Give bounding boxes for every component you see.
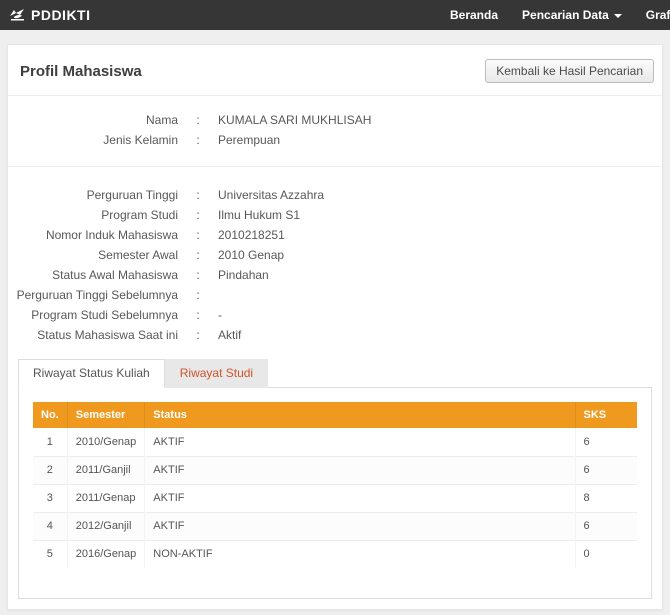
field-value: 2010218251 xyxy=(218,228,662,242)
table-row: 3 2011/Genap AKTIF 8 xyxy=(33,484,637,512)
col-header-no: No. xyxy=(33,402,67,428)
field-row-prodi-sebelumnya: Program Studi Sebelumnya : - xyxy=(8,305,662,325)
main-nav: Beranda Pencarian Data Grafik Statistik xyxy=(450,0,670,30)
cell-sks: 6 xyxy=(575,456,637,484)
field-colon: : xyxy=(178,328,218,342)
field-row-semester-awal: Semester Awal : 2010 Genap xyxy=(8,245,662,265)
cell-status: AKTIF xyxy=(145,484,575,512)
tab-panel-riwayat-status-kuliah: No. Semester Status SKS 1 2010/Genap AKT… xyxy=(18,387,652,599)
table-row: 5 2016/Genap NON-AKTIF 0 xyxy=(33,540,637,568)
content-panel: Profil Mahasiswa Kembali ke Hasil Pencar… xyxy=(7,44,663,610)
cell-sks: 6 xyxy=(575,428,637,456)
top-navbar: PDDIKTI Beranda Pencarian Data Grafik St… xyxy=(0,0,670,30)
nav-item-beranda[interactable]: Beranda xyxy=(450,8,498,22)
table-header-row: No. Semester Status SKS xyxy=(33,402,637,428)
cell-semester: 2010/Genap xyxy=(67,428,145,456)
cell-semester: 2016/Genap xyxy=(67,540,145,568)
tab-riwayat-status-kuliah[interactable]: Riwayat Status Kuliah xyxy=(18,359,165,388)
col-header-sks: SKS xyxy=(575,402,637,428)
field-label: Status Mahasiswa Saat ini xyxy=(8,328,178,342)
col-header-semester: Semester xyxy=(67,402,145,428)
field-value: Ilmu Hukum S1 xyxy=(218,208,662,222)
col-header-status: Status xyxy=(145,402,575,428)
cell-semester: 2012/Ganjil xyxy=(67,512,145,540)
field-row-jenis-kelamin: Jenis Kelamin : Perempuan xyxy=(8,130,662,150)
page-title: Profil Mahasiswa xyxy=(20,63,142,80)
field-label: Semester Awal xyxy=(8,248,178,262)
cell-no: 4 xyxy=(33,512,67,540)
section-basic-info: Nama : KUMALA SARI MUKHLISAH Jenis Kelam… xyxy=(8,96,662,167)
field-colon: : xyxy=(178,308,218,322)
field-colon: : xyxy=(178,228,218,242)
tab-riwayat-studi[interactable]: Riwayat Studi xyxy=(165,359,268,388)
cell-status: AKTIF xyxy=(145,512,575,540)
table-row: 1 2010/Genap AKTIF 6 xyxy=(33,428,637,456)
cell-no: 3 xyxy=(33,484,67,512)
cell-no: 1 xyxy=(33,428,67,456)
pddikti-logo-icon xyxy=(9,8,26,22)
field-row-status-awal: Status Awal Mahasiswa : Pindahan xyxy=(8,265,662,285)
cell-sks: 8 xyxy=(575,484,637,512)
cell-no: 5 xyxy=(33,540,67,568)
field-value: Universitas Azzahra xyxy=(218,188,662,202)
field-colon: : xyxy=(178,288,218,302)
cell-status: AKTIF xyxy=(145,428,575,456)
field-label: Status Awal Mahasiswa xyxy=(8,268,178,282)
nav-item-grafik-statistik[interactable]: Grafik Statistik xyxy=(646,8,670,22)
history-tabs: Riwayat Status Kuliah Riwayat Studi xyxy=(18,359,652,387)
back-to-results-button[interactable]: Kembali ke Hasil Pencarian xyxy=(485,59,654,83)
field-colon: : xyxy=(178,208,218,222)
field-label: Perguruan Tinggi Sebelumnya xyxy=(8,288,178,302)
cell-status: NON-AKTIF xyxy=(145,540,575,568)
cell-sks: 0 xyxy=(575,540,637,568)
field-row-perguruan-tinggi: Perguruan Tinggi : Universitas Azzahra xyxy=(8,185,662,205)
field-value: KUMALA SARI MUKHLISAH xyxy=(218,113,662,127)
field-label: Program Studi Sebelumnya xyxy=(8,308,178,322)
brand-link[interactable]: PDDIKTI xyxy=(9,7,91,23)
status-kuliah-table: No. Semester Status SKS 1 2010/Genap AKT… xyxy=(33,402,637,568)
panel-header: Profil Mahasiswa Kembali ke Hasil Pencar… xyxy=(8,45,662,96)
field-value: Aktif xyxy=(218,328,662,342)
nav-item-pencarian-data[interactable]: Pencarian Data xyxy=(522,8,622,22)
field-colon: : xyxy=(178,113,218,127)
section-academic-info: Perguruan Tinggi : Universitas Azzahra P… xyxy=(8,167,662,345)
field-row-nama: Nama : KUMALA SARI MUKHLISAH xyxy=(8,110,662,130)
field-label: Program Studi xyxy=(8,208,178,222)
field-value: - xyxy=(218,308,662,322)
field-row-nim: Nomor Induk Mahasiswa : 2010218251 xyxy=(8,225,662,245)
field-label: Nama xyxy=(8,113,178,127)
cell-status: AKTIF xyxy=(145,456,575,484)
field-colon: : xyxy=(178,248,218,262)
field-value: Perempuan xyxy=(218,133,662,147)
field-colon: : xyxy=(178,268,218,282)
field-row-pt-sebelumnya: Perguruan Tinggi Sebelumnya : xyxy=(8,285,662,305)
cell-semester: 2011/Genap xyxy=(67,484,145,512)
field-label: Perguruan Tinggi xyxy=(8,188,178,202)
table-row: 4 2012/Ganjil AKTIF 6 xyxy=(33,512,637,540)
cell-semester: 2011/Ganjil xyxy=(67,456,145,484)
cell-sks: 6 xyxy=(575,512,637,540)
field-value: Pindahan xyxy=(218,268,662,282)
field-row-program-studi: Program Studi : Ilmu Hukum S1 xyxy=(8,205,662,225)
brand-text: PDDIKTI xyxy=(31,7,91,23)
chevron-down-icon xyxy=(614,14,622,18)
field-label: Nomor Induk Mahasiswa xyxy=(8,228,178,242)
field-colon: : xyxy=(178,188,218,202)
panel-bottom-spacer xyxy=(8,599,662,609)
field-label: Jenis Kelamin xyxy=(8,133,178,147)
field-row-status-saat-ini: Status Mahasiswa Saat ini : Aktif xyxy=(8,325,662,345)
cell-no: 2 xyxy=(33,456,67,484)
table-row: 2 2011/Ganjil AKTIF 6 xyxy=(33,456,637,484)
field-colon: : xyxy=(178,133,218,147)
field-value: 2010 Genap xyxy=(218,248,662,262)
